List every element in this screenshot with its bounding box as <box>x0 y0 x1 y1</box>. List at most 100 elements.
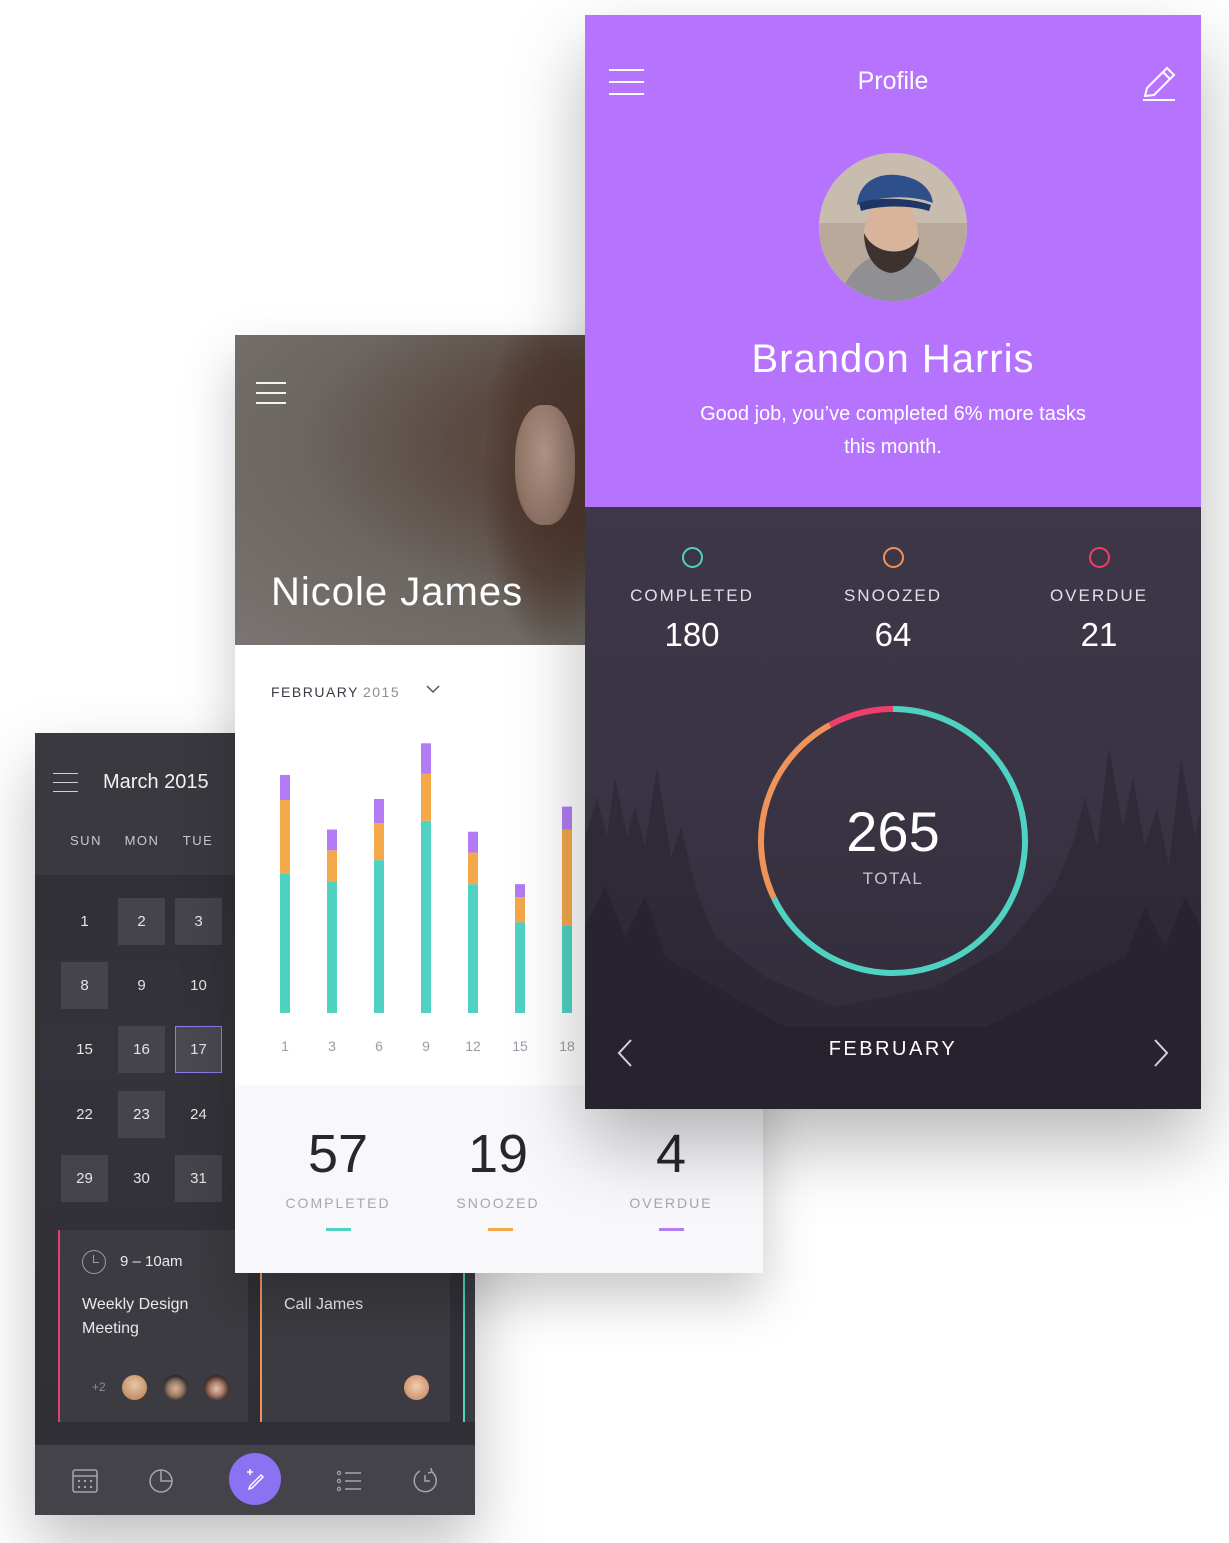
x-tick-label: 6 <box>375 1038 383 1054</box>
edit-icon <box>247 1469 265 1491</box>
page-title: Profile <box>857 67 929 95</box>
new-task-button[interactable] <box>229 1453 281 1505</box>
bar-segment <box>421 773 431 821</box>
calendar-day[interactable]: 15 <box>61 1026 108 1073</box>
calendar-day[interactable]: 8 <box>61 962 108 1009</box>
completed-indicator <box>326 1228 351 1231</box>
profile-stats-panel: COMPLETED 180 SNOOZED 64 OVERDUE 21 265 … <box>585 507 1201 1109</box>
month-label: FEBRUARY <box>271 684 359 700</box>
x-tick-label: 9 <box>422 1038 430 1054</box>
completed-label: COMPLETED <box>285 1195 391 1211</box>
total-label: TOTAL <box>862 869 924 888</box>
avatar <box>161 1373 190 1402</box>
year-label: 2015 <box>362 684 401 700</box>
calendar-day[interactable]: 10 <box>175 962 222 1009</box>
event-title: Call James <box>284 1296 364 1313</box>
snoozed-label: SNOOZED <box>456 1195 540 1211</box>
x-tick-label: 15 <box>512 1038 528 1054</box>
pie-chart-icon[interactable] <box>147 1467 175 1495</box>
calendar-day[interactable]: 30 <box>118 1155 165 1202</box>
profile-name: Nicole James <box>271 570 524 614</box>
total-count: 265 <box>846 800 940 863</box>
bar-segment <box>421 743 431 774</box>
bar-segment <box>468 852 478 885</box>
bar-segment <box>280 800 290 874</box>
completed-ring-icon <box>681 547 703 568</box>
bar-segment <box>562 925 572 1013</box>
calendar-month-title: March 2015 <box>103 771 209 793</box>
selected-month: FEBRUARY <box>828 1038 958 1060</box>
stat-snoozed: SNOOZED 64 <box>803 547 983 654</box>
calendar-day[interactable]: 31 <box>175 1155 222 1202</box>
weekday-tue: TUE <box>182 833 214 848</box>
calendar-day[interactable]: 29 <box>61 1155 108 1202</box>
bar-segment <box>468 831 478 853</box>
avatar <box>120 1373 149 1402</box>
edit-icon[interactable] <box>1139 63 1179 103</box>
stacked-bar-chart <box>280 743 572 1013</box>
overdue-ring-icon <box>1088 547 1110 568</box>
list-icon[interactable] <box>335 1467 363 1495</box>
bar-segment <box>374 798 384 823</box>
bar-segment <box>468 884 478 1013</box>
clock-icon <box>82 1250 106 1274</box>
stat-value: 64 <box>874 616 912 653</box>
menu-icon[interactable] <box>256 382 286 412</box>
profile-header: Profile Brandon Harris Good job, you’ve … <box>585 15 1201 507</box>
calendar-day[interactable]: 9 <box>118 962 165 1009</box>
stat-value: 21 <box>1080 616 1118 653</box>
bar-segment <box>327 881 337 1013</box>
calendar-grid-icon[interactable] <box>71 1467 99 1495</box>
x-tick-label: 12 <box>465 1038 481 1054</box>
event-title: Weekly Design Meeting <box>82 1296 189 1337</box>
stat-label: COMPLETED <box>630 586 754 605</box>
x-tick-label: 18 <box>559 1038 575 1054</box>
month-selector[interactable]: FEBRUARY 2015 <box>271 684 440 700</box>
calendar-day[interactable]: 2 <box>118 898 165 945</box>
profile-screen: Profile Brandon Harris Good job, you’ve … <box>585 15 1201 1109</box>
calendar-day-today[interactable]: 17 <box>175 1026 222 1073</box>
event-card-weekly-design-meeting[interactable]: 9 – 10am Weekly Design Meeting +2 <box>58 1230 248 1422</box>
bar-segment <box>562 806 572 830</box>
stat-label: OVERDUE <box>1049 586 1149 605</box>
bar-segment <box>515 922 525 1013</box>
profile-name: Brandon Harris <box>751 337 1035 381</box>
donut-segment <box>828 706 894 728</box>
avatar[interactable] <box>819 153 967 301</box>
history-icon[interactable] <box>411 1467 439 1495</box>
profile-message: Good job, you’ve completed 6% more tasks… <box>700 403 1086 458</box>
calendar-day[interactable]: 3 <box>175 898 222 945</box>
avatar <box>402 1373 431 1402</box>
snoozed-ring-icon <box>882 547 904 568</box>
bar-segment <box>327 850 337 882</box>
bar-segment <box>374 822 384 861</box>
extra-attendees-count: +2 <box>92 1380 106 1394</box>
bar-segment <box>562 829 572 926</box>
x-tick-label: 3 <box>328 1038 336 1054</box>
stat-value: 180 <box>664 616 720 653</box>
event-time: 9 – 10am <box>120 1253 183 1270</box>
bar-segment <box>515 897 525 923</box>
menu-icon[interactable] <box>53 773 78 800</box>
stat-overdue: OVERDUE 21 <box>1009 547 1189 654</box>
chevron-right-icon[interactable] <box>1151 1037 1171 1069</box>
bar-segment <box>327 829 337 851</box>
bar-segment <box>515 884 525 898</box>
bottom-tab-bar <box>35 1445 475 1515</box>
calendar-day[interactable]: 22 <box>61 1091 108 1138</box>
completed-count: 57 <box>307 1124 369 1184</box>
snoozed-count: 19 <box>467 1124 529 1184</box>
hero-photo-face <box>515 405 575 525</box>
calendar-day[interactable]: 24 <box>175 1091 222 1138</box>
bar-segment <box>280 774 290 801</box>
overdue-count: 4 <box>655 1124 687 1184</box>
overdue-label: OVERDUE <box>629 1195 713 1211</box>
stat-completed: COMPLETED 180 <box>602 547 782 654</box>
calendar-day[interactable]: 1 <box>61 898 108 945</box>
weekday-mon: MON <box>124 833 160 848</box>
bar-segment <box>374 860 384 1013</box>
calendar-day[interactable]: 23 <box>118 1091 165 1138</box>
calendar-day[interactable]: 16 <box>118 1026 165 1073</box>
stat-label: SNOOZED <box>843 586 943 605</box>
avatar <box>202 1373 231 1402</box>
